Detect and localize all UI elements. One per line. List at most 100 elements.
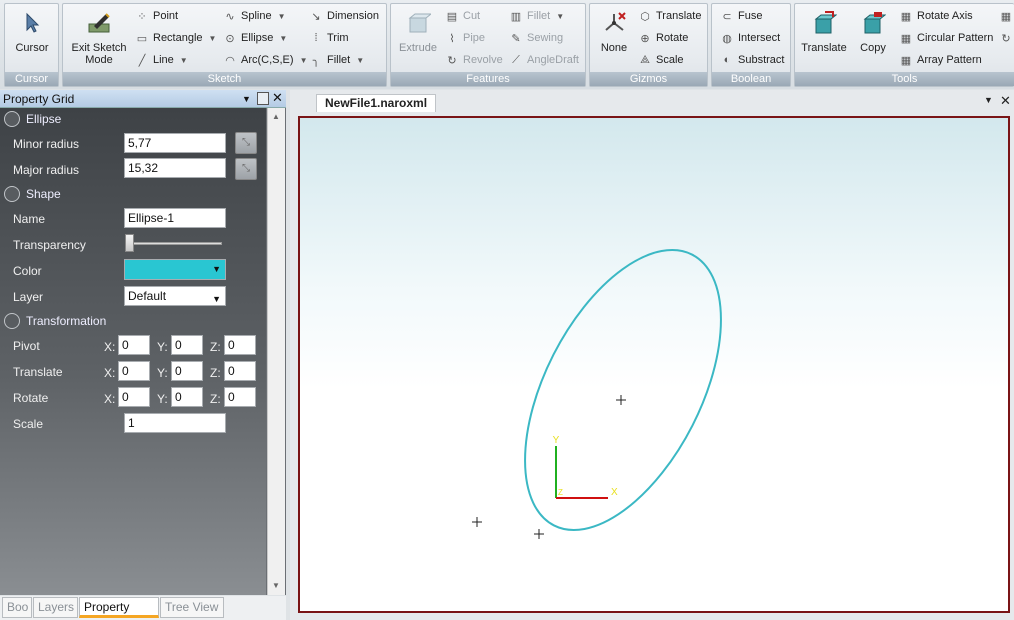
major-radius-pick-button[interactable]: ⤡ [235,158,257,180]
property-grid-body: Ellipse Minor radius 5,77 ⤡ Major radius… [0,108,266,595]
close-icon[interactable]: ✕ [272,89,283,107]
major-radius-label: Major radius [13,163,80,177]
arc-button[interactable]: ◠ Arc(C,S,E) ▼ [223,51,307,69]
trim-button[interactable]: ⁞ Trim [309,29,348,47]
copy-button[interactable]: Copy [851,10,895,54]
document-tab[interactable]: NewFile1.naroxml [316,94,437,112]
translate-x-input[interactable]: 0 [118,361,150,381]
dimension-button[interactable]: ↘ Dimension [309,7,379,25]
scroll-down-icon[interactable]: ▼ [272,581,280,590]
tab-layers[interactable]: Layers [33,597,78,618]
fillet-icon: ▥ [510,10,522,23]
rotate-z-input[interactable]: 0 [224,387,256,407]
ellipse-section-label: Ellipse [26,112,62,126]
ellipse-section[interactable]: Ellipse [4,109,61,129]
color-picker[interactable]: ▼ [124,259,226,280]
fuse-button[interactable]: ⊂ Fuse [720,7,762,25]
rotate-x-label: X: [104,392,116,406]
overflow-icon-2[interactable]: ↻ [999,29,1014,47]
scale-label: Scale [13,417,44,431]
pipe-button[interactable]: ⌇ Pipe [445,29,485,47]
translate-z-input[interactable]: 0 [224,361,256,381]
pin-icon[interactable] [257,92,269,105]
gizmo-rotate-label: Rotate [656,32,689,44]
spline-button[interactable]: ∿ Spline ▼ [223,7,285,25]
ellipse-button[interactable]: ⊙ Ellipse ▼ [223,29,287,47]
gizmo-rotate-button[interactable]: ⊕ Rotate [638,29,688,47]
major-radius-input[interactable]: 15,32 [124,158,226,178]
rectangle-button[interactable]: ▭ Rectangle ▼ [135,29,217,47]
tab-boo[interactable]: Boo [2,597,32,618]
cursor-crosshair [534,529,544,539]
axis-gizmo: Y X Z [553,435,618,499]
gizmo-translate-button[interactable]: ⬡ Translate [638,7,701,25]
sewing-button[interactable]: ✎ Sewing [509,29,563,47]
sketch-fillet-label: Fillet [327,54,351,66]
revolve-button[interactable]: ↻ Revolve [445,51,502,69]
array-pattern-button[interactable]: ▦ Array Pattern [899,51,982,69]
pivot-x-input[interactable]: 0 [118,335,150,355]
boolean-group-caption: Boolean [712,72,790,86]
circular-pattern-label: Circular Pattern [917,32,994,44]
revolve-icon: ↻ [447,54,457,67]
layer-select[interactable]: Default ▼ [124,286,226,306]
boolean-group: ⊂ Fuse ◍ Intersect ◐ Substract Boolean [711,3,791,87]
translate-y-input[interactable]: 0 [171,361,203,381]
tab-property-grid[interactable]: Property Grid [79,597,159,620]
name-input[interactable]: Ellipse-1 [124,208,226,228]
cut-icon: ▤ [446,10,458,23]
transformation-section-label: Transformation [26,314,107,328]
overflow-icon[interactable]: ▦ [999,7,1014,25]
minor-radius-pick-button[interactable]: ⤡ [235,132,257,154]
transparency-slider[interactable] [125,234,134,252]
rotate-y-input[interactable]: 0 [171,387,203,407]
collapse-icon [4,313,20,329]
pivot-z-input[interactable]: 0 [224,335,256,355]
copy-icon [863,12,887,34]
angledraft-icon: ⟋ [512,53,520,66]
translate-label: Translate [13,365,63,379]
rotate-x-input[interactable]: 0 [118,387,150,407]
box-move-icon [814,11,838,34]
gizmo-scale-button[interactable]: ⟁ Scale [638,51,683,69]
pivot-x-label: X: [104,340,116,354]
gizmo-none-button[interactable]: None [594,10,634,54]
pivot-y-input[interactable]: 0 [171,335,203,355]
fillet-button[interactable]: ▥ Fillet ▼ [509,7,564,25]
intersect-button[interactable]: ◍ Intersect [720,29,780,47]
tools-translate-button[interactable]: Translate [799,10,849,54]
pivot-z-label: Z: [210,340,221,354]
substract-button[interactable]: ◐ Substract [720,51,785,69]
scroll-up-icon[interactable]: ▲ [272,112,280,121]
close-icon[interactable]: ✕ [1000,93,1011,109]
chevron-down-icon[interactable]: ▼ [242,90,251,108]
rotate-label: Rotate [13,391,49,405]
angledraft-button[interactable]: ⟋ AngleDraft [509,51,579,69]
minor-radius-input[interactable]: 5,77 [124,133,226,153]
rotate-axis-button[interactable]: ▦ Rotate Axis [899,7,973,25]
circular-pattern-button[interactable]: ▦ Circular Pattern [899,29,994,47]
scale-input[interactable]: 1 [124,413,226,433]
3d-viewport[interactable]: Y X Z [298,116,1010,613]
pipe-icon: ⌇ [449,32,455,45]
cursor-button[interactable]: Cursor [11,10,53,54]
viewport-canvas[interactable]: Y X Z [300,118,1008,611]
line-button[interactable]: ╱ Line ▼ [135,51,188,69]
exit-sketch-label-1: Exit Sketch [71,42,127,54]
fillet-label: Fillet [527,10,551,22]
shape-section[interactable]: Shape [4,184,61,204]
chevron-down-icon[interactable]: ▼ [984,95,993,105]
extrude-button[interactable]: Extrude [395,10,441,54]
property-grid-scrollbar[interactable]: ▲ ▼ [267,108,285,595]
exit-sketch-button[interactable]: Exit Sketch Mode [67,10,131,66]
cut-button[interactable]: ▤ Cut [445,7,480,25]
sketch-fillet-button[interactable]: ╮ Fillet ▼ [309,51,364,69]
bottom-tab-strip: Boo Layers Property Grid Tree View [0,596,286,620]
document-area: NewFile1.naroxml ▼ ✕ Y X Z [290,90,1014,620]
point-button[interactable]: ⁘ Point [135,7,178,25]
transformation-section[interactable]: Transformation [4,311,106,331]
tab-tree-view[interactable]: Tree View [160,597,224,618]
ribbon: Cursor Cursor Exit Sketch Mode ⁘ Point ▭ R… [0,0,1014,89]
ellipse-shape[interactable] [484,219,761,561]
layer-select-value: Default [128,289,167,303]
